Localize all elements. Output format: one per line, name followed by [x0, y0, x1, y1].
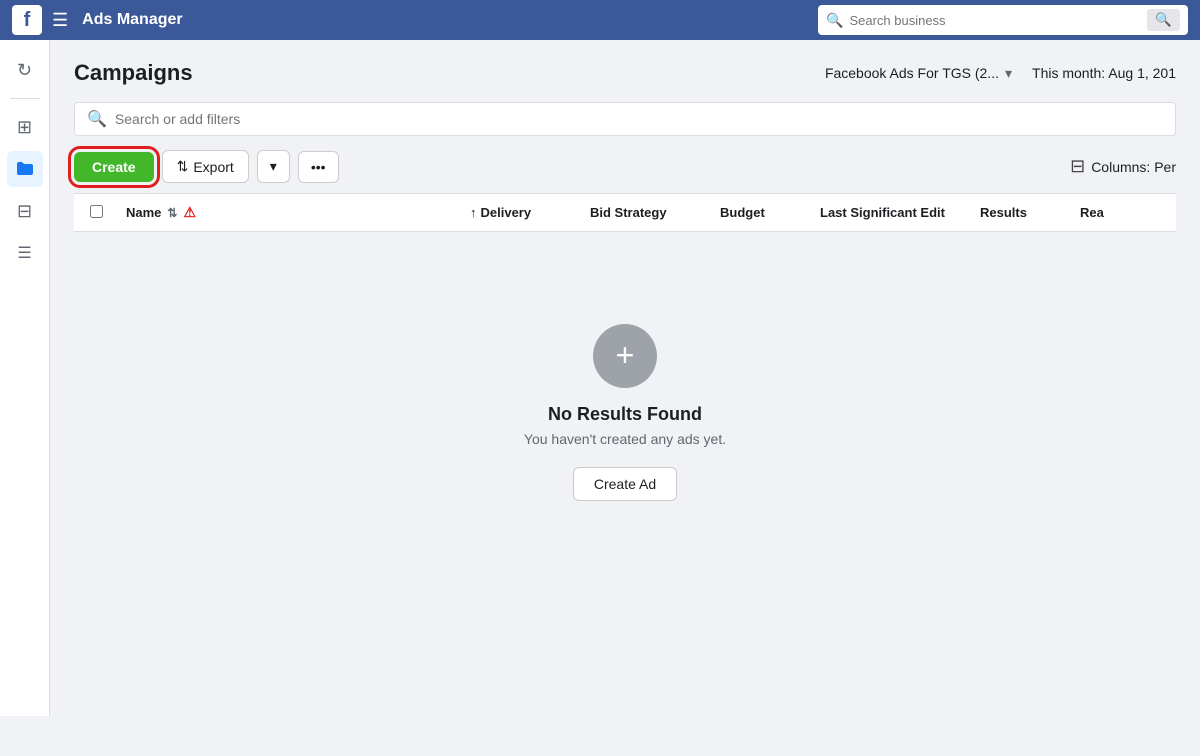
th-last-edit-label: Last Significant Edit: [820, 205, 945, 220]
th-results[interactable]: Results: [980, 205, 1080, 220]
top-nav: f ☰ Ads Manager 🔍 🔍: [0, 0, 1200, 40]
sidebar: ↻ ⊞ ⊟ ☰: [0, 40, 50, 716]
empty-add-icon: +: [593, 324, 657, 388]
toolbar-right: ⊟ Columns: Per: [1070, 156, 1176, 177]
th-budget-label: Budget: [720, 205, 765, 220]
toolbar: Create ⇅ Export ▾ ••• ⊟ Columns: Per: [74, 150, 1176, 193]
th-reach-label: Rea: [1080, 205, 1104, 220]
filter-search-icon: 🔍: [87, 109, 107, 129]
table-container: Name ⇅ ⚠ ↑ Delivery Bid Strategy Budget …: [74, 193, 1176, 592]
date-range: This month: Aug 1, 201: [1032, 65, 1176, 81]
dropdown-chevron-icon: ▾: [270, 158, 277, 174]
columns-label: Columns: Per: [1091, 159, 1176, 175]
nav-title: Ads Manager: [82, 11, 182, 29]
header-right: Facebook Ads For TGS (2... ▾ This month:…: [825, 65, 1176, 82]
select-all-checkbox[interactable]: [90, 205, 103, 218]
th-name[interactable]: Name ⇅ ⚠: [126, 204, 470, 221]
th-delivery-label: Delivery: [481, 205, 532, 220]
sidebar-item-apps[interactable]: ⊟: [7, 193, 43, 229]
th-last-edit[interactable]: Last Significant Edit: [820, 205, 980, 220]
export-dropdown-button[interactable]: ▾: [257, 150, 290, 183]
th-delivery[interactable]: ↑ Delivery: [470, 205, 590, 220]
th-checkbox: [90, 205, 126, 221]
filter-bar: 🔍: [74, 102, 1176, 136]
th-delivery-sort-icon: ↑: [470, 205, 477, 220]
more-options-button[interactable]: •••: [298, 151, 339, 183]
sidebar-item-refresh[interactable]: ↻: [7, 52, 43, 88]
empty-subtitle: You haven't created any ads yet.: [524, 431, 726, 447]
account-name: Facebook Ads For TGS (2...: [825, 65, 999, 81]
page-header: Campaigns Facebook Ads For TGS (2... ▾ T…: [74, 60, 1176, 86]
create-button[interactable]: Create: [74, 152, 154, 182]
more-icon: •••: [311, 159, 326, 175]
th-results-label: Results: [980, 205, 1027, 220]
account-dropdown-icon: ▾: [1005, 65, 1012, 82]
table-header: Name ⇅ ⚠ ↑ Delivery Bid Strategy Budget …: [74, 194, 1176, 232]
sidebar-divider: [10, 98, 40, 99]
search-bar: 🔍 🔍: [818, 5, 1188, 35]
main-content: Campaigns Facebook Ads For TGS (2... ▾ T…: [50, 40, 1200, 716]
sidebar-item-grid[interactable]: ⊞: [7, 109, 43, 145]
empty-title: No Results Found: [548, 404, 702, 425]
page-title: Campaigns: [74, 60, 193, 86]
th-warn-icon: ⚠: [183, 204, 196, 221]
th-budget[interactable]: Budget: [720, 205, 820, 220]
th-reach[interactable]: Rea: [1080, 205, 1160, 220]
columns-icon: ⊟: [1070, 156, 1085, 177]
create-ad-button[interactable]: Create Ad: [573, 467, 677, 501]
search-input[interactable]: [849, 13, 1141, 28]
search-icon: 🔍: [826, 12, 843, 29]
folder-icon: [15, 159, 35, 179]
export-sort-icon: ⇅: [177, 158, 189, 175]
th-bid-label: Bid Strategy: [590, 205, 667, 220]
search-submit-button[interactable]: 🔍: [1147, 9, 1180, 31]
export-button[interactable]: ⇅ Export: [162, 150, 249, 183]
filter-input[interactable]: [115, 111, 1163, 127]
th-name-label: Name: [126, 205, 161, 220]
sidebar-item-folder[interactable]: [7, 151, 43, 187]
empty-state: + No Results Found You haven't created a…: [74, 232, 1176, 592]
export-label: Export: [193, 159, 233, 175]
sidebar-item-doc[interactable]: ☰: [7, 235, 43, 271]
th-bid[interactable]: Bid Strategy: [590, 205, 720, 220]
menu-icon[interactable]: ☰: [52, 10, 68, 31]
account-selector[interactable]: Facebook Ads For TGS (2... ▾: [825, 65, 1012, 82]
th-name-sort-icon: ⇅: [167, 206, 177, 220]
fb-logo: f: [12, 5, 42, 35]
